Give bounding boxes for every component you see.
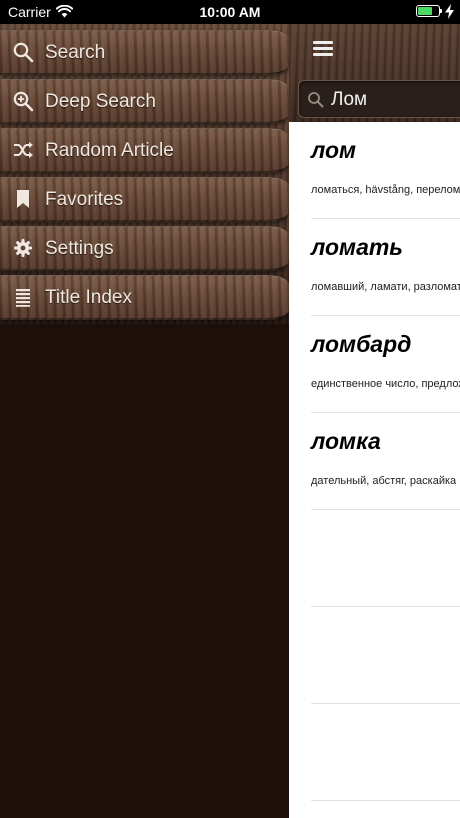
menu-item-label: Random Article: [45, 140, 174, 161]
search-bar: [298, 80, 460, 118]
menu-item-label: Deep Search: [45, 91, 156, 112]
list-item[interactable]: ломать ломавший, ламати, разломать: [311, 219, 460, 316]
hamburger-menu-button[interactable]: [313, 41, 333, 57]
menu-item-favorites[interactable]: Favorites: [0, 177, 289, 222]
menu-item-search[interactable]: Search: [0, 30, 289, 75]
result-snippet: единственное число, предложный: [311, 378, 460, 390]
result-snippet: ломаться, hävstång, перелом: [311, 184, 460, 196]
result-title: ломбард: [311, 331, 412, 357]
menu-item-label: Settings: [45, 238, 114, 259]
search-icon: [308, 92, 324, 108]
search-input[interactable]: [331, 87, 460, 113]
list-item[interactable]: лом ломаться, hävstång, перелом: [311, 122, 460, 219]
side-menu: Search Deep Search Random Article Favori…: [0, 24, 289, 818]
results-list: лом ломаться, hävstång, перелом ломать л…: [289, 122, 460, 801]
menu-item-deep-search[interactable]: Deep Search: [0, 79, 289, 124]
result-snippet: ломавший, ламати, разломать: [311, 281, 460, 293]
content-panel: лом ломаться, hävstång, перелом ломать л…: [289, 24, 460, 818]
list-item[interactable]: ломка дательный, абстяг, раскайка: [311, 413, 460, 510]
hamburger-icon: [313, 41, 333, 44]
gear-icon: [14, 239, 32, 257]
result-snippet: дательный, абстяг, раскайка: [311, 475, 457, 487]
menu-item-label: Search: [45, 42, 106, 63]
content-header: [289, 24, 460, 122]
list-index-icon: [16, 289, 30, 307]
shuffle-icon: [14, 142, 33, 158]
status-time: 10:00 AM: [199, 4, 261, 20]
menu-item-title-index[interactable]: Title Index: [0, 275, 289, 320]
empty-row: [311, 510, 460, 607]
result-title: лом: [311, 137, 357, 163]
result-title: ломка: [311, 428, 381, 454]
status-bar: Carrier 10:00 AM: [0, 0, 460, 24]
search-icon: [13, 42, 34, 63]
menu-item-random-article[interactable]: Random Article: [0, 128, 289, 173]
list-item[interactable]: ломбард единственное число, предложный: [311, 316, 460, 413]
battery-icon: [416, 5, 442, 17]
zoom-plus-icon: [13, 91, 34, 112]
empty-row: [311, 607, 460, 704]
charging-bolt-icon: [445, 4, 454, 19]
battery-fill: [418, 7, 433, 15]
empty-row: [311, 704, 460, 801]
result-title: ломать: [311, 234, 403, 260]
menu-item-settings[interactable]: Settings: [0, 226, 289, 271]
menu-item-label: Title Index: [45, 287, 132, 308]
menu-item-label: Favorites: [45, 189, 124, 210]
bookmark-icon: [17, 190, 29, 208]
